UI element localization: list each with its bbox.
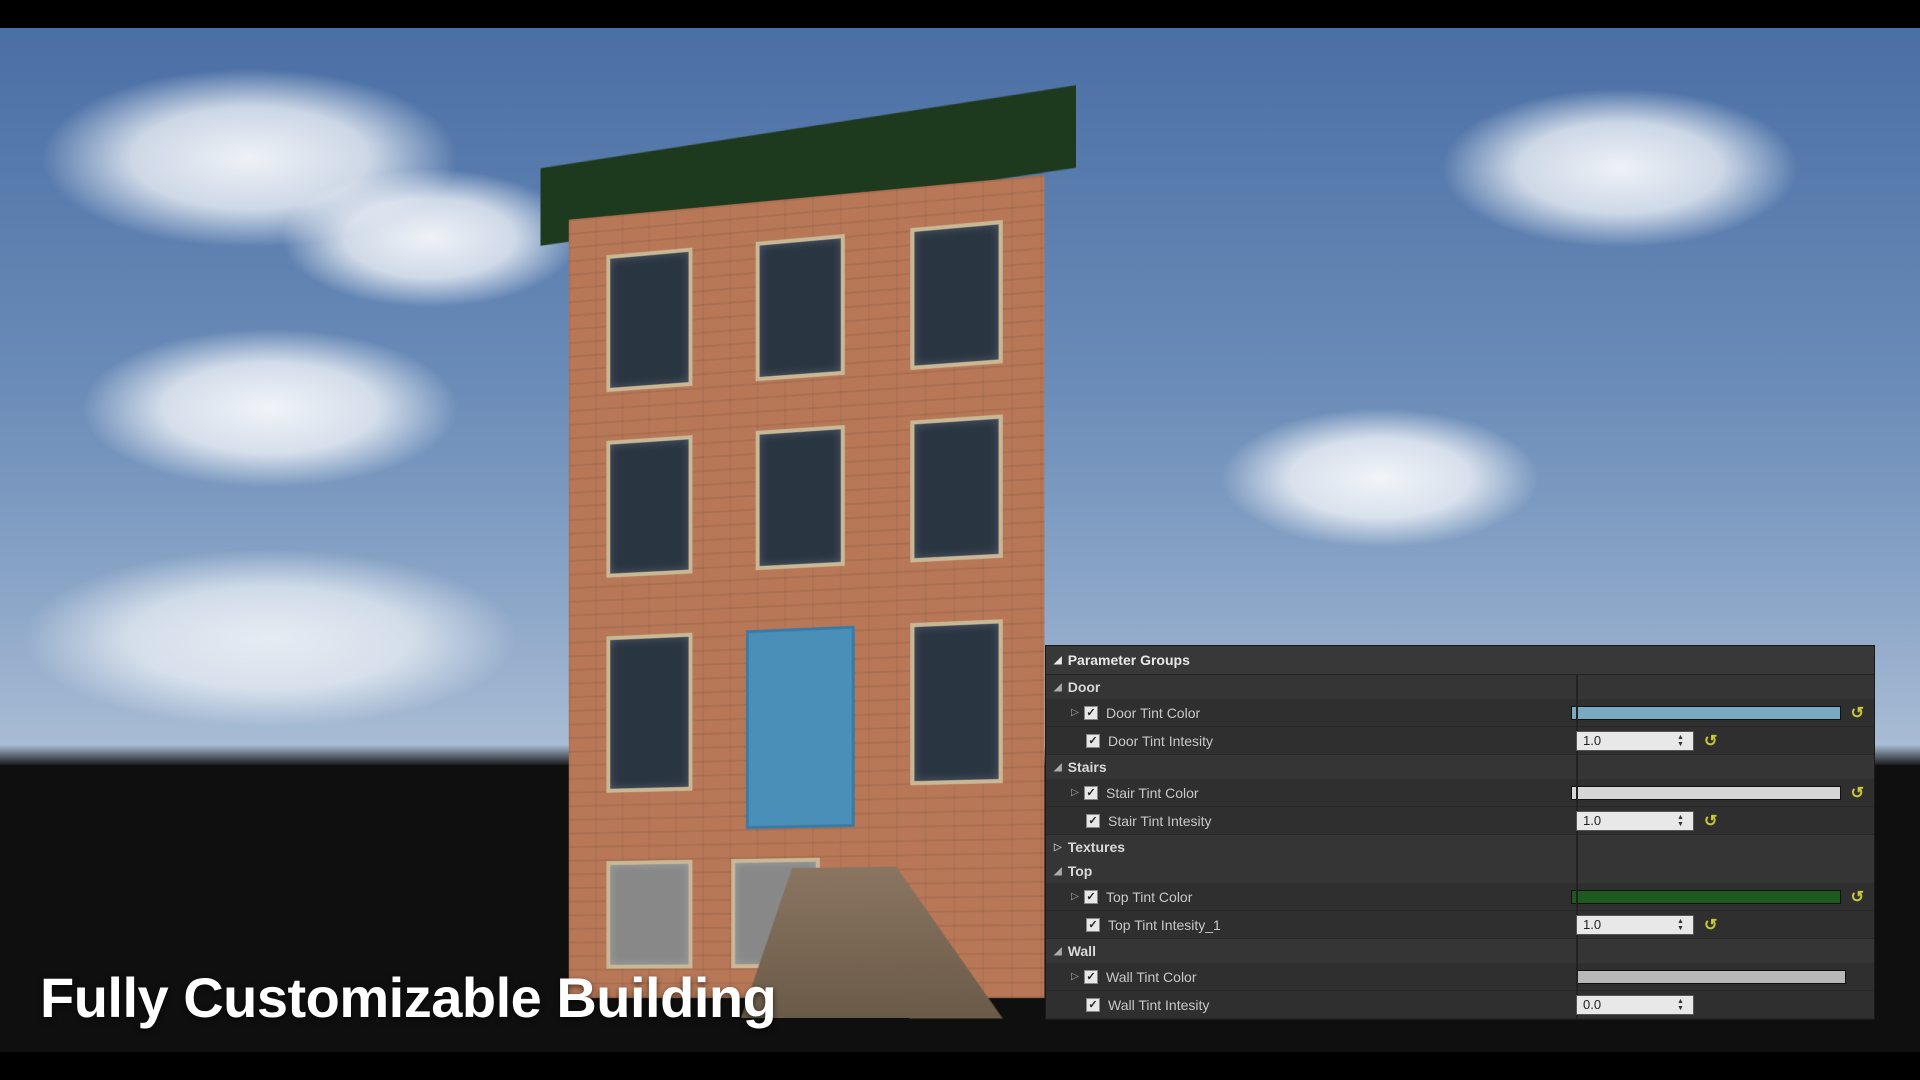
number-input[interactable]: 0.0 ▲▼ — [1576, 995, 1694, 1015]
expanded-icon: ◢ — [1054, 866, 1062, 877]
expand-icon[interactable]: ▷ — [1068, 707, 1082, 718]
number-input[interactable]: 1.0 ▲▼ — [1576, 915, 1694, 935]
section-header-wall[interactable]: ◢ Wall — [1046, 939, 1874, 963]
param-checkbox[interactable]: ✓ — [1084, 786, 1098, 800]
color-swatch[interactable] — [1576, 970, 1846, 984]
param-checkbox[interactable]: ✓ — [1086, 814, 1100, 828]
collapsed-icon: ▷ — [1054, 842, 1062, 853]
section-header-textures[interactable]: ▷ Textures — [1046, 835, 1874, 859]
param-row: ▷✓ Top Tint Color ↺ — [1046, 883, 1874, 911]
expand-icon[interactable]: ▷ — [1068, 971, 1082, 982]
spinner-arrows[interactable]: ▲▼ — [1677, 732, 1691, 750]
color-swatch[interactable] — [1571, 890, 1841, 904]
param-label: Wall Tint Color — [1106, 969, 1197, 985]
overlay-title: Fully Customizable Building — [40, 965, 776, 1030]
param-row: ▷✓ Wall Tint Color — [1046, 963, 1874, 991]
section-header-top[interactable]: ◢ Top — [1046, 859, 1874, 883]
spinner-arrows[interactable]: ▲▼ — [1677, 916, 1691, 934]
param-label: Wall Tint Intesity — [1108, 997, 1209, 1013]
spinner-arrows[interactable]: ▲▼ — [1677, 812, 1691, 830]
section-header-door[interactable]: ◢ Door — [1046, 675, 1874, 699]
param-checkbox[interactable]: ✓ — [1086, 998, 1100, 1012]
collapse-icon: ◢ — [1054, 655, 1062, 666]
section-label: Textures — [1068, 839, 1125, 855]
section-label: Stairs — [1068, 759, 1107, 775]
param-row: ▷✓ Stair Tint Color ↺ — [1046, 779, 1874, 807]
number-value: 1.0 — [1583, 733, 1601, 748]
param-checkbox[interactable]: ✓ — [1086, 918, 1100, 932]
expanded-icon: ◢ — [1054, 946, 1062, 957]
param-label: Door Tint Intesity — [1108, 733, 1213, 749]
param-label: Top Tint Intesity_1 — [1108, 917, 1221, 933]
reset-icon[interactable]: ↺ — [1704, 915, 1717, 935]
number-value: 1.0 — [1583, 917, 1601, 932]
param-label: Stair Tint Intesity — [1108, 813, 1211, 829]
param-label: Door Tint Color — [1106, 705, 1200, 721]
param-row: ✓ Top Tint Intesity_1 1.0 ▲▼ ↺ — [1046, 911, 1874, 939]
reset-icon[interactable]: ↺ — [1851, 887, 1864, 907]
expand-icon[interactable]: ▷ — [1068, 891, 1082, 902]
param-checkbox[interactable]: ✓ — [1084, 970, 1098, 984]
param-label: Stair Tint Color — [1106, 785, 1199, 801]
number-input[interactable]: 1.0 ▲▼ — [1576, 811, 1694, 831]
color-swatch[interactable] — [1571, 786, 1841, 800]
building-mesh — [569, 103, 1045, 998]
reset-icon[interactable]: ↺ — [1704, 811, 1717, 831]
section-label: Top — [1068, 863, 1093, 879]
parameter-groups-panel: ◢ Parameter Groups ◢Door▷✓Door Tint Colo… — [1045, 645, 1875, 1020]
reset-icon[interactable]: ↺ — [1851, 703, 1864, 723]
panel-header[interactable]: ◢ Parameter Groups — [1046, 646, 1874, 675]
color-swatch[interactable] — [1571, 706, 1841, 720]
section-header-stairs[interactable]: ◢ Stairs — [1046, 755, 1874, 779]
param-row: ▷✓ Door Tint Color ↺ — [1046, 699, 1874, 727]
param-row: ✓ Wall Tint Intesity 0.0 ▲▼ — [1046, 991, 1874, 1019]
param-row: ✓ Stair Tint Intesity 1.0 ▲▼ ↺ — [1046, 807, 1874, 835]
param-checkbox[interactable]: ✓ — [1084, 706, 1098, 720]
expanded-icon: ◢ — [1054, 762, 1062, 773]
number-value: 0.0 — [1583, 997, 1601, 1012]
expanded-icon: ◢ — [1054, 682, 1062, 693]
reset-icon[interactable]: ↺ — [1851, 783, 1864, 803]
param-row: ✓ Door Tint Intesity 1.0 ▲▼ ↺ — [1046, 727, 1874, 755]
spinner-arrows[interactable]: ▲▼ — [1677, 996, 1691, 1014]
param-label: Top Tint Color — [1106, 889, 1192, 905]
param-checkbox[interactable]: ✓ — [1086, 734, 1100, 748]
param-checkbox[interactable]: ✓ — [1084, 890, 1098, 904]
section-label: Wall — [1068, 943, 1096, 959]
panel-title: Parameter Groups — [1068, 652, 1190, 668]
reset-icon[interactable]: ↺ — [1704, 731, 1717, 751]
section-label: Door — [1068, 679, 1101, 695]
expand-icon[interactable]: ▷ — [1068, 787, 1082, 798]
number-input[interactable]: 1.0 ▲▼ — [1576, 731, 1694, 751]
number-value: 1.0 — [1583, 813, 1601, 828]
